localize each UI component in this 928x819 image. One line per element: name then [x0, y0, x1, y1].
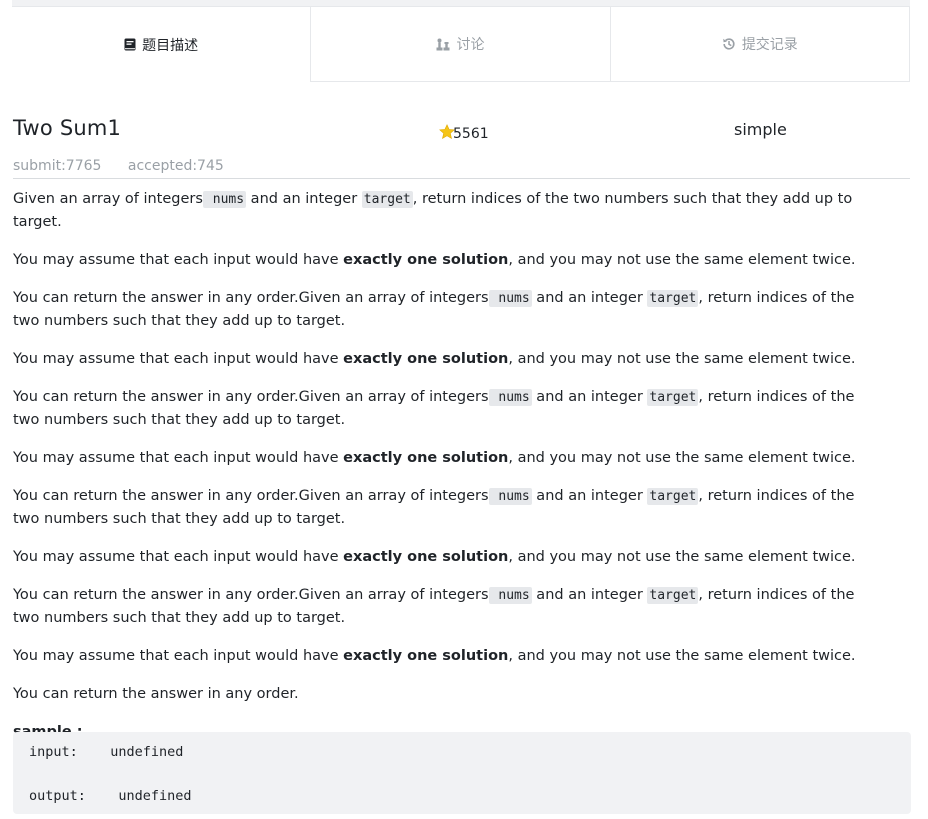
description-paragraph: You can return the answer in any order.: [13, 686, 299, 702]
description-paragraph: You can return the answer in any order.G…: [13, 587, 855, 626]
inline-code-target: target: [647, 488, 699, 505]
problem-header: Two Sum1 5561 simple: [13, 112, 910, 148]
description-paragraph: You may assume that each input would hav…: [13, 648, 856, 664]
tab-discussion-label: 讨论: [456, 37, 485, 53]
description-paragraph: You may assume that each input would hav…: [13, 450, 856, 466]
history-icon: [722, 37, 736, 51]
book-icon: [124, 38, 136, 51]
inline-code-target: target: [361, 191, 413, 208]
sample-input-line: input: undefined: [29, 744, 184, 760]
description-paragraph: You may assume that each input would hav…: [13, 351, 856, 367]
description-paragraph: You can return the answer in any order.G…: [13, 389, 855, 428]
accepted-count: accepted:745: [127, 158, 224, 174]
inline-code-target: target: [647, 389, 699, 406]
problem-description: Given an array of integers nums and an i…: [13, 188, 873, 759]
inline-code-nums: nums: [488, 488, 532, 505]
submit-count: submit:7765: [13, 158, 102, 174]
star-count[interactable]: 5561: [439, 124, 489, 144]
tab-bar: 题目描述 讨论 提交记录: [12, 6, 910, 82]
sample-code-block: input: undefined output: undefined: [13, 732, 911, 814]
inline-code-nums: nums: [488, 389, 532, 406]
description-paragraph: Given an array of integers nums and an i…: [13, 191, 853, 230]
chess-icon: [436, 38, 450, 51]
inline-code-nums: nums: [488, 290, 532, 307]
inline-code-nums: nums: [488, 587, 532, 604]
description-paragraph: You can return the answer in any order.G…: [13, 488, 855, 527]
problem-stats: submit:7765 accepted:745: [13, 158, 910, 179]
inline-code-target: target: [647, 587, 699, 604]
star-icon: [439, 124, 455, 144]
inline-code-target: target: [647, 290, 699, 307]
description-paragraph: You may assume that each input would hav…: [13, 252, 856, 268]
tab-submissions-label: 提交记录: [741, 37, 798, 53]
inline-code-nums: nums: [202, 191, 247, 208]
tab-description-label: 题目描述: [142, 37, 199, 54]
description-paragraph: You may assume that each input would hav…: [13, 549, 856, 565]
sample-output-line: output: undefined: [29, 788, 192, 804]
tab-discussion[interactable]: 讨论: [310, 6, 611, 82]
star-count-value: 5561: [453, 126, 489, 142]
difficulty-label: simple: [734, 120, 787, 139]
tab-description[interactable]: 题目描述: [12, 6, 311, 82]
description-paragraph: You can return the answer in any order.G…: [13, 290, 855, 329]
tab-submissions[interactable]: 提交记录: [610, 6, 910, 82]
problem-title: Two Sum1: [13, 116, 122, 140]
